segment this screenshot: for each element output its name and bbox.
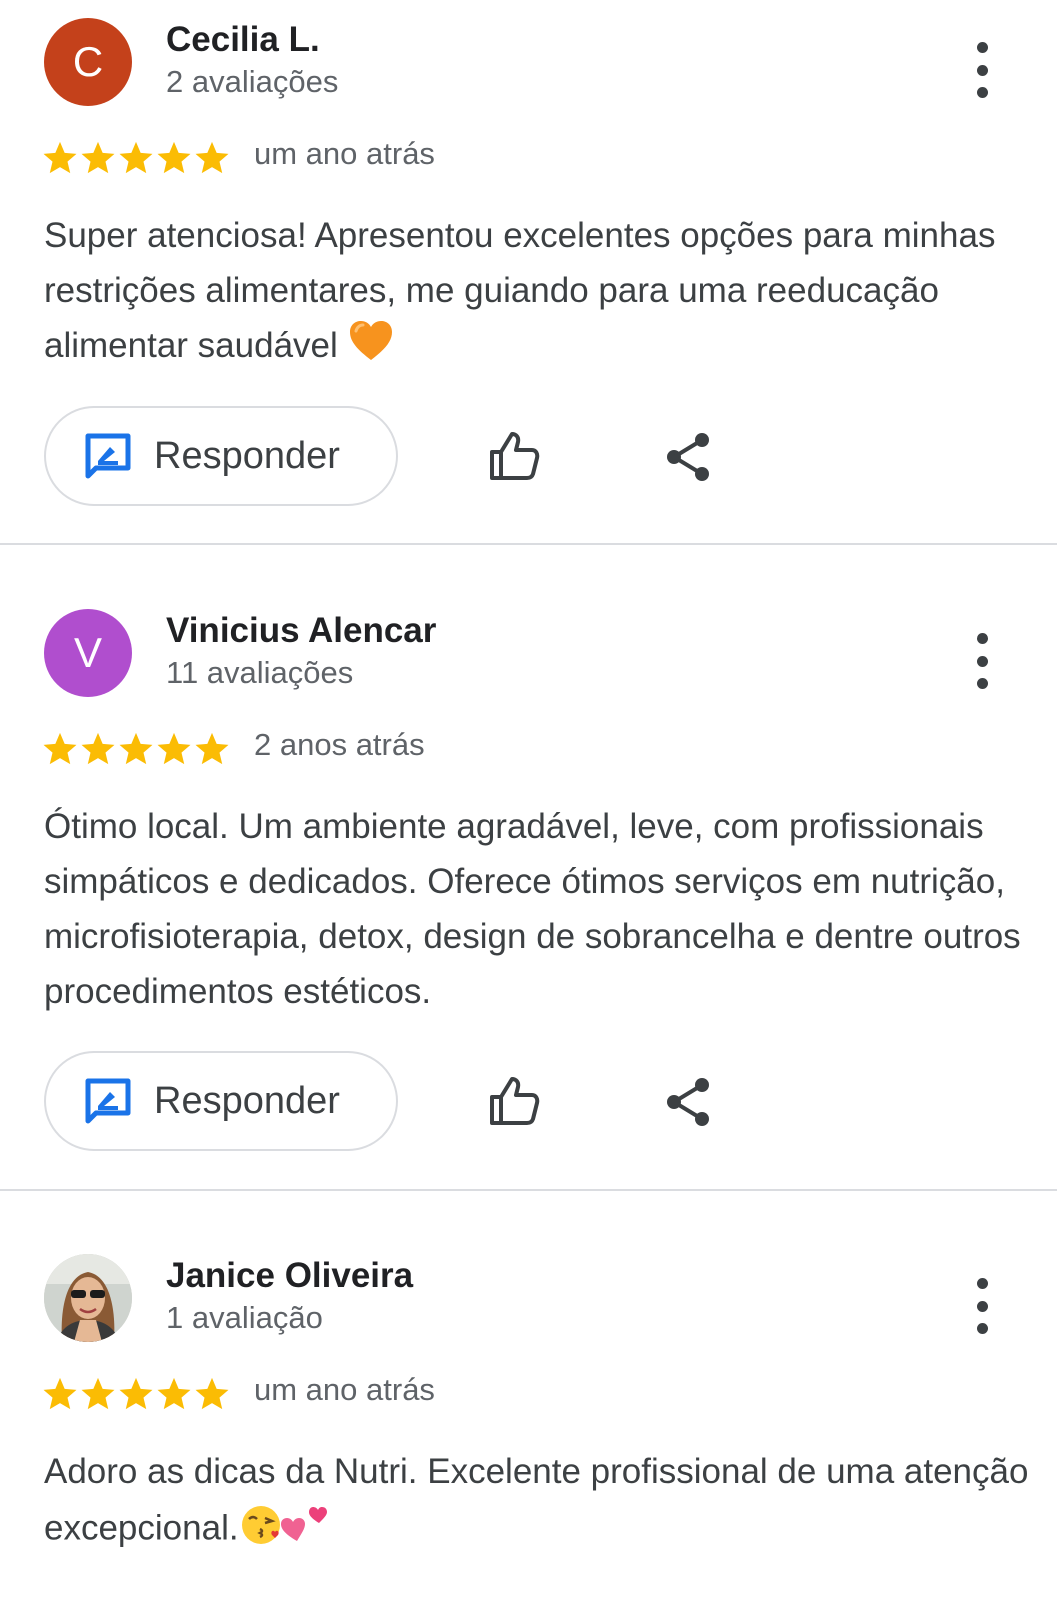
thumbs-up-icon[interactable] (486, 1073, 542, 1129)
review-count: 1 avaliação (166, 1300, 323, 1335)
star-icon (81, 732, 115, 765)
reply-button[interactable]: Responder (44, 1051, 398, 1151)
review-text: Adoro as dicas da Nutri. Excelente profi… (44, 1444, 1044, 1561)
reviewer-name[interactable]: Janice Oliveira (166, 1256, 413, 1296)
review-text: Ótimo local. Um ambiente agradável, leve… (44, 799, 1044, 1019)
star-icon (119, 1377, 153, 1410)
review-date: 2 anos atrás (254, 727, 425, 762)
review-text-body: Super atenciosa! Apresentou excelentes o… (44, 216, 996, 365)
avatar-initial: C (72, 38, 104, 85)
reviewer-name[interactable]: Cecilia L. (166, 20, 320, 60)
star-icon (157, 141, 191, 174)
review-text-body: Ótimo local. Um ambiente agradável, leve… (44, 807, 1021, 1011)
star-icon (195, 141, 229, 174)
star-icon (195, 732, 229, 765)
review-text: Super atenciosa! Apresentou excelentes o… (44, 208, 1044, 377)
more-options-icon[interactable] (962, 631, 1002, 691)
star-icon (81, 1377, 115, 1410)
more-options-icon[interactable] (962, 40, 1002, 100)
kiss-and-hearts-icon (239, 1499, 331, 1561)
divider (0, 543, 1057, 545)
avatar-initial: V (73, 629, 102, 676)
star-icon (43, 141, 77, 174)
star-rating (42, 729, 232, 769)
star-icon (119, 732, 153, 765)
star-icon (157, 732, 191, 765)
review-text-body: Adoro as dicas da Nutri. Excelente profi… (44, 1452, 1029, 1548)
share-icon[interactable] (664, 1075, 714, 1129)
reply-label: Responder (154, 1079, 340, 1122)
review-count: 11 avaliações (166, 655, 354, 690)
star-icon (43, 1377, 77, 1410)
reply-button[interactable]: Responder (44, 406, 398, 506)
avatar-photo[interactable] (44, 1254, 132, 1342)
star-icon (195, 1377, 229, 1410)
review-date: um ano atrás (254, 136, 435, 171)
avatar[interactable]: V (44, 609, 132, 697)
avatar[interactable]: C (44, 18, 132, 106)
star-rating (42, 138, 232, 178)
star-icon (81, 141, 115, 174)
star-icon (43, 732, 77, 765)
star-rating (42, 1374, 232, 1414)
thumbs-up-icon[interactable] (486, 428, 542, 484)
star-icon (119, 141, 153, 174)
share-icon[interactable] (664, 430, 714, 484)
reviewer-name[interactable]: Vinicius Alencar (166, 611, 436, 651)
orange-heart-icon (348, 319, 394, 377)
reply-icon (85, 1078, 131, 1124)
divider (0, 1189, 1057, 1191)
review-date: um ano atrás (254, 1372, 435, 1407)
star-icon (157, 1377, 191, 1410)
reply-icon (85, 433, 131, 479)
reply-label: Responder (154, 434, 340, 477)
more-options-icon[interactable] (962, 1276, 1002, 1336)
profile-photo (44, 1254, 132, 1342)
review-count: 2 avaliações (166, 64, 339, 99)
